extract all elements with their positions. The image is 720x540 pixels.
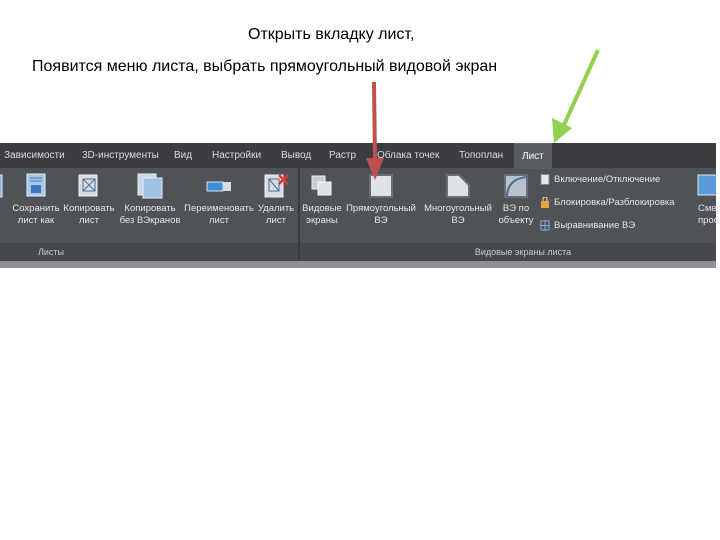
red-arrow	[366, 81, 384, 180]
green-arrow	[552, 49, 600, 143]
annotation-arrows	[366, 49, 600, 180]
